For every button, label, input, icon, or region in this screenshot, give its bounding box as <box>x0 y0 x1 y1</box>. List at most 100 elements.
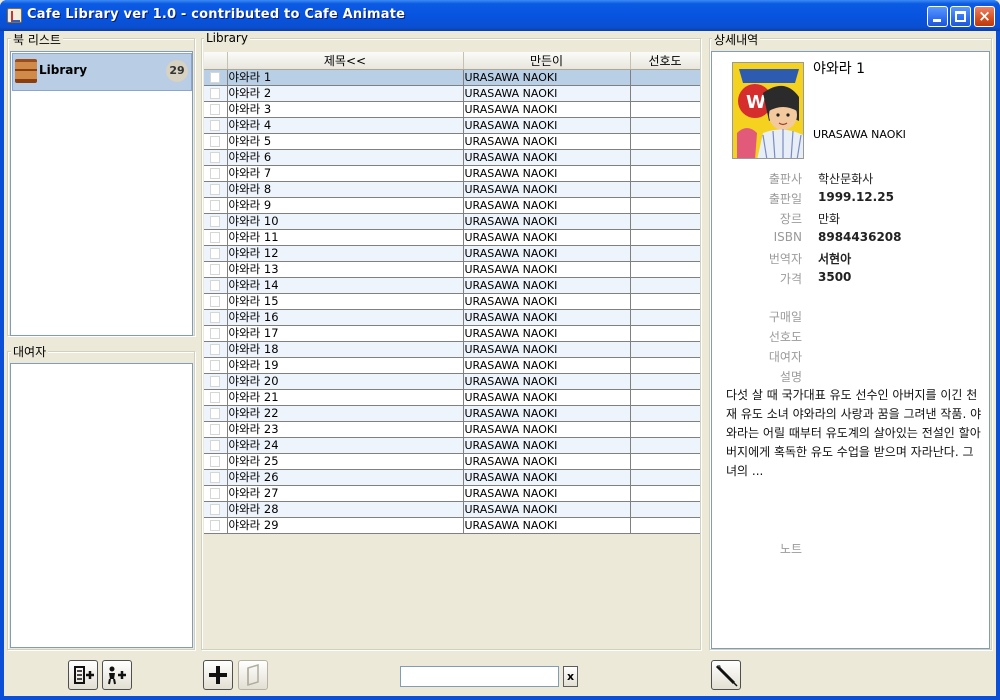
library-table-viewport[interactable]: 제목<< 만든이 선호도 야와라 1 URASAWA NAOKI 야와라 2 URAS… <box>204 52 700 534</box>
table-row[interactable]: 야와라 2 URASAWA NAOKI <box>204 85 700 102</box>
table-row[interactable]: 야와라 14 URASAWA NAOKI <box>204 277 700 294</box>
book-rating-cell[interactable] <box>630 421 700 438</box>
book-title-cell[interactable]: 야와라 15 <box>227 293 464 310</box>
book-rating-cell[interactable] <box>630 197 700 214</box>
book-title-cell[interactable]: 야와라 4 <box>227 117 464 134</box>
book-title-cell[interactable]: 야와라 21 <box>227 389 464 406</box>
book-title-cell[interactable]: 야와라 29 <box>227 517 464 534</box>
table-row[interactable]: 야와라 19 URASAWA NAOKI <box>204 357 700 374</box>
book-rating-cell[interactable] <box>630 373 700 390</box>
book-rating-cell[interactable] <box>630 165 700 182</box>
book-author-cell[interactable]: URASAWA NAOKI <box>463 437 631 454</box>
column-header-rating[interactable]: 선호도 <box>630 52 700 70</box>
book-thumbnail-cell[interactable] <box>204 485 228 502</box>
borrowers-list[interactable] <box>10 363 193 648</box>
book-author-cell[interactable]: URASAWA NAOKI <box>463 277 631 294</box>
book-title-cell[interactable]: 야와라 3 <box>227 101 464 118</box>
book-thumbnail-cell[interactable] <box>204 213 228 230</box>
book-thumbnail-cell[interactable] <box>204 373 228 390</box>
edit-book-button[interactable] <box>711 660 741 690</box>
table-row[interactable]: 야와라 1 URASAWA NAOKI <box>204 69 700 86</box>
table-row[interactable]: 야와라 24 URASAWA NAOKI <box>204 437 700 454</box>
book-title-cell[interactable]: 야와라 8 <box>227 181 464 198</box>
book-rating-cell[interactable] <box>630 405 700 422</box>
maximize-button[interactable] <box>950 6 971 27</box>
book-rating-cell[interactable] <box>630 149 700 166</box>
book-author-cell[interactable]: URASAWA NAOKI <box>463 357 631 374</box>
book-title-cell[interactable]: 야와라 10 <box>227 213 464 230</box>
book-thumbnail-cell[interactable] <box>204 341 228 358</box>
table-row[interactable]: 야와라 12 URASAWA NAOKI <box>204 245 700 262</box>
table-row[interactable]: 야와라 15 URASAWA NAOKI <box>204 293 700 310</box>
book-rating-cell[interactable] <box>630 229 700 246</box>
book-author-cell[interactable]: URASAWA NAOKI <box>463 181 631 198</box>
book-author-cell[interactable]: URASAWA NAOKI <box>463 133 631 150</box>
book-thumbnail-cell[interactable] <box>204 149 228 166</box>
table-row[interactable]: 야와라 13 URASAWA NAOKI <box>204 261 700 278</box>
book-author-cell[interactable]: URASAWA NAOKI <box>463 485 631 502</box>
book-rating-cell[interactable] <box>630 341 700 358</box>
book-author-cell[interactable]: URASAWA NAOKI <box>463 373 631 390</box>
book-title-cell[interactable]: 야와라 18 <box>227 341 464 358</box>
book-title-cell[interactable]: 야와라 1 <box>227 69 464 86</box>
book-title-cell[interactable]: 야와라 12 <box>227 245 464 262</box>
column-header-title[interactable]: 제목<< <box>227 52 464 70</box>
table-row[interactable]: 야와라 29 URASAWA NAOKI <box>204 517 700 534</box>
book-author-cell[interactable]: URASAWA NAOKI <box>463 165 631 182</box>
book-author-cell[interactable]: URASAWA NAOKI <box>463 69 631 86</box>
book-rating-cell[interactable] <box>630 117 700 134</box>
book-author-cell[interactable]: URASAWA NAOKI <box>463 517 631 534</box>
book-thumbnail-cell[interactable] <box>204 293 228 310</box>
book-rating-cell[interactable] <box>630 357 700 374</box>
book-author-cell[interactable]: URASAWA NAOKI <box>463 421 631 438</box>
book-thumbnail-cell[interactable] <box>204 101 228 118</box>
book-author-cell[interactable]: URASAWA NAOKI <box>463 341 631 358</box>
book-thumbnail-cell[interactable] <box>204 389 228 406</box>
table-row[interactable]: 야와라 17 URASAWA NAOKI <box>204 325 700 342</box>
table-row[interactable]: 야와라 18 URASAWA NAOKI <box>204 341 700 358</box>
table-row[interactable]: 야와라 28 URASAWA NAOKI <box>204 501 700 518</box>
book-rating-cell[interactable] <box>630 501 700 518</box>
book-title-cell[interactable]: 야와라 5 <box>227 133 464 150</box>
book-thumbnail-cell[interactable] <box>204 501 228 518</box>
book-author-cell[interactable]: URASAWA NAOKI <box>463 453 631 470</box>
add-bookshelf-button[interactable] <box>68 660 98 690</box>
book-title-cell[interactable]: 야와라 28 <box>227 501 464 518</box>
table-row[interactable]: 야와라 6 URASAWA NAOKI <box>204 149 700 166</box>
book-thumbnail-cell[interactable] <box>204 117 228 134</box>
book-thumbnail-cell[interactable] <box>204 469 228 486</box>
book-list[interactable]: Library 29 <box>10 51 193 336</box>
book-title-cell[interactable]: 야와라 27 <box>227 485 464 502</box>
book-author-cell[interactable]: URASAWA NAOKI <box>463 325 631 342</box>
book-rating-cell[interactable] <box>630 453 700 470</box>
book-author-cell[interactable]: URASAWA NAOKI <box>463 117 631 134</box>
table-row[interactable]: 야와라 3 URASAWA NAOKI <box>204 101 700 118</box>
book-thumbnail-cell[interactable] <box>204 165 228 182</box>
book-rating-cell[interactable] <box>630 245 700 262</box>
book-rating-cell[interactable] <box>630 309 700 326</box>
book-title-cell[interactable]: 야와라 7 <box>227 165 464 182</box>
book-rating-cell[interactable] <box>630 133 700 150</box>
book-title-cell[interactable]: 야와라 2 <box>227 85 464 102</box>
book-thumbnail-cell[interactable] <box>204 197 228 214</box>
book-thumbnail-cell[interactable] <box>204 517 228 534</box>
book-title-cell[interactable]: 야와라 13 <box>227 261 464 278</box>
column-header-author[interactable]: 만든이 <box>463 52 631 70</box>
book-rating-cell[interactable] <box>630 101 700 118</box>
book-thumbnail-cell[interactable] <box>204 325 228 342</box>
book-title-cell[interactable]: 야와라 11 <box>227 229 464 246</box>
table-row[interactable]: 야와라 5 URASAWA NAOKI <box>204 133 700 150</box>
book-author-cell[interactable]: URASAWA NAOKI <box>463 389 631 406</box>
book-thumbnail-cell[interactable] <box>204 181 228 198</box>
book-title-cell[interactable]: 야와라 6 <box>227 149 464 166</box>
java-app-icon[interactable] <box>7 8 22 23</box>
library-table[interactable]: 제목<< 만든이 선호도 야와라 1 URASAWA NAOKI 야와라 2 URAS… <box>204 52 700 534</box>
book-thumbnail-cell[interactable] <box>204 245 228 262</box>
book-title-cell[interactable]: 야와라 19 <box>227 357 464 374</box>
add-borrower-button[interactable] <box>102 660 132 690</box>
table-row[interactable]: 야와라 7 URASAWA NAOKI <box>204 165 700 182</box>
book-title-cell[interactable]: 야와라 16 <box>227 309 464 326</box>
book-title-cell[interactable]: 야와라 9 <box>227 197 464 214</box>
book-author-cell[interactable]: URASAWA NAOKI <box>463 309 631 326</box>
table-row[interactable]: 야와라 25 URASAWA NAOKI <box>204 453 700 470</box>
